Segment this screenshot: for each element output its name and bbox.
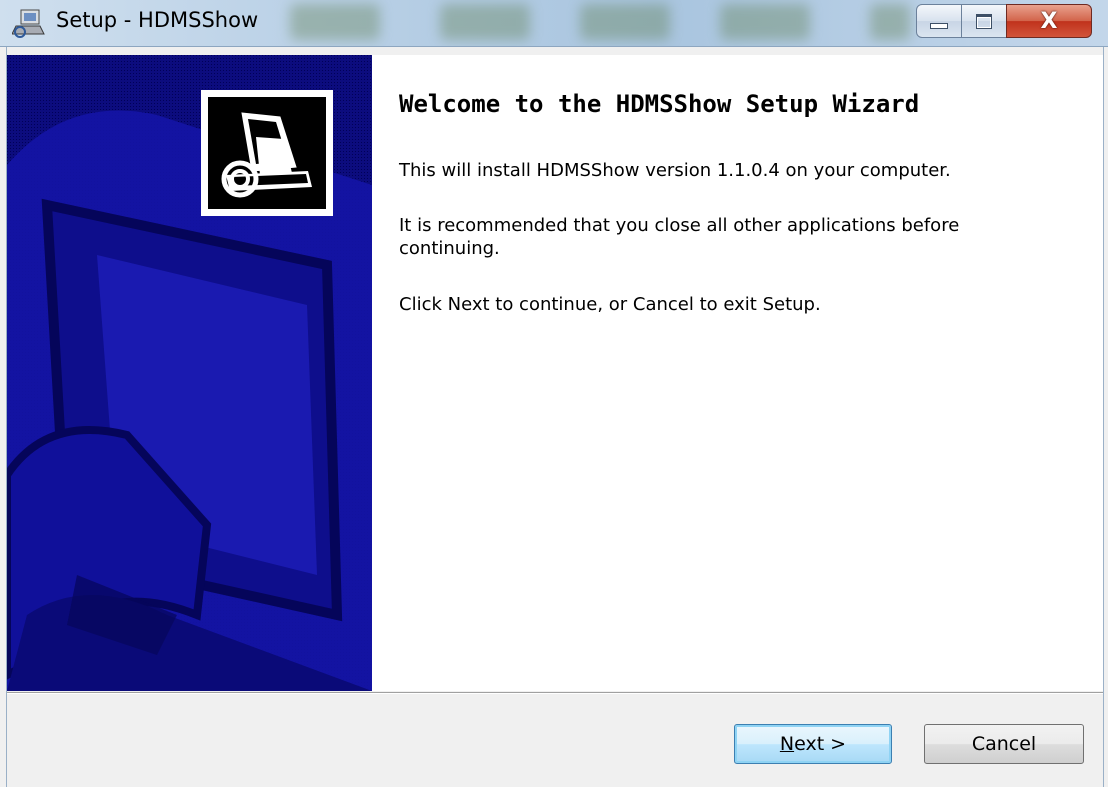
background-blur	[580, 4, 670, 40]
title-bar[interactable]: Setup - HDMSShow X	[0, 0, 1108, 47]
wizard-window: Welcome to the HDMSShow Setup Wizard Thi…	[6, 47, 1104, 787]
background-blur	[870, 4, 910, 40]
next-accelerator: N	[779, 733, 795, 755]
next-label: ext >	[794, 733, 847, 755]
close-apps-text: It is recommended that you close all oth…	[399, 215, 960, 259]
close-button[interactable]: X	[1006, 4, 1092, 38]
setup-app-icon	[12, 9, 45, 38]
background-blur	[290, 4, 380, 40]
install-info-text: This will install HDMSShow version 1.1.0…	[399, 160, 951, 181]
background-blur	[720, 4, 810, 40]
background-blur	[440, 4, 530, 40]
minimize-icon	[930, 23, 948, 29]
wizard-logo	[201, 90, 333, 216]
installer-icon	[208, 97, 326, 209]
window-title: Setup - HDMSShow	[56, 8, 259, 32]
instructions-text: Click Next to continue, or Cancel to exi…	[399, 294, 821, 315]
caption-buttons: X	[916, 4, 1092, 40]
next-button[interactable]: Next >	[734, 724, 892, 764]
minimize-button[interactable]	[916, 4, 962, 38]
close-icon: X	[1040, 8, 1058, 34]
button-separator	[7, 692, 1103, 694]
wizard-heading: Welcome to the HDMSShow Setup Wizard	[399, 90, 920, 118]
maximize-icon	[976, 13, 992, 29]
wizard-sidebar-image	[7, 55, 372, 691]
maximize-button[interactable]	[961, 4, 1007, 38]
wizard-content: Welcome to the HDMSShow Setup Wizard Thi…	[7, 55, 1103, 691]
cancel-button[interactable]: Cancel	[924, 724, 1084, 764]
